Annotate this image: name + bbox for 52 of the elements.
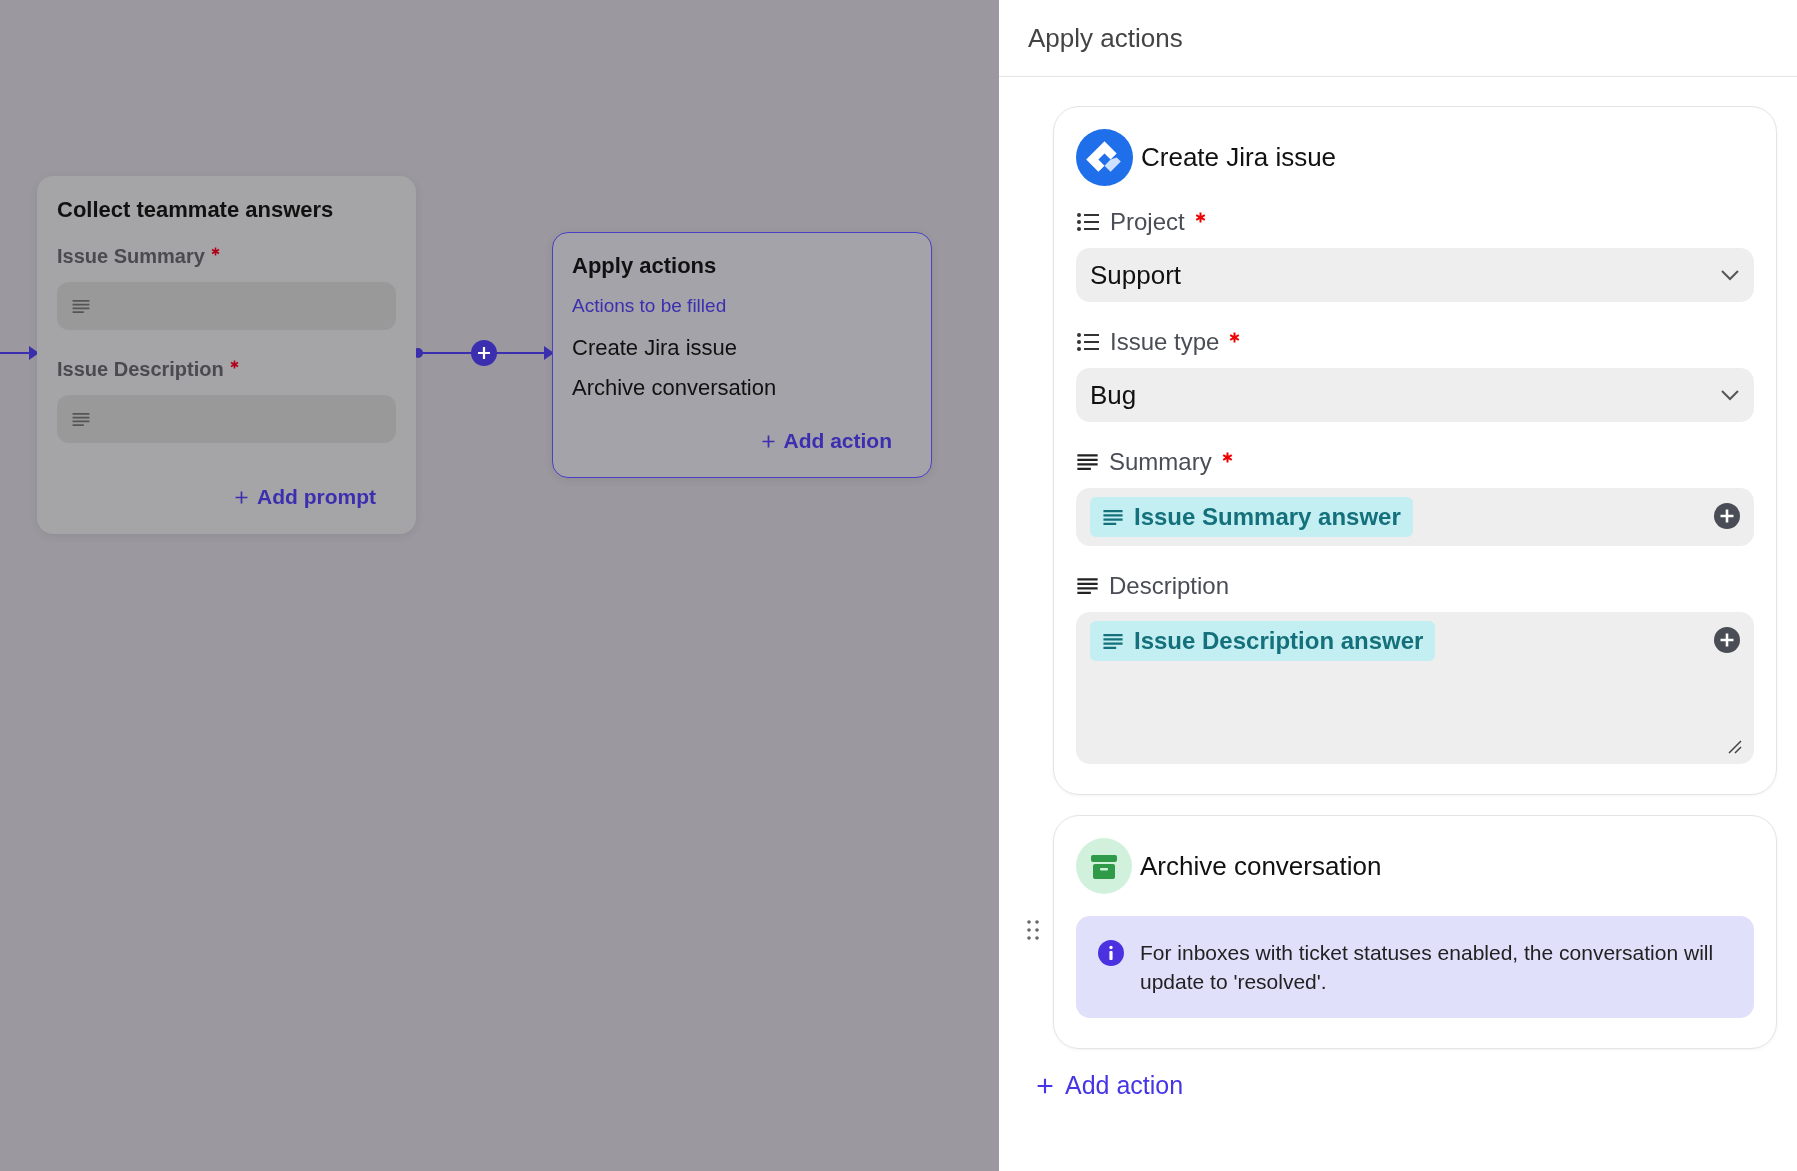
list-icon [1076,212,1100,232]
add-action-link[interactable]: Add action [1037,1071,1184,1100]
info-icon [1098,940,1124,966]
action-item: Create Jira issue [572,335,739,361]
field-label: Project [1110,208,1185,236]
connector-line [0,352,32,354]
add-icon[interactable] [1714,627,1740,653]
answer-chip[interactable]: Issue Summary answer [1090,497,1413,537]
chevron-down-icon [1720,389,1740,401]
prompt-label: Issue Summary [57,245,205,268]
node-card[interactable]: Collect teammate answers Issue Summary Issue Description Add prompt [37,176,416,534]
text-area[interactable]: Issue Description answer [1076,612,1754,764]
panel-title: Apply actions [1028,22,1183,54]
select-field[interactable]: Bug [1076,368,1754,422]
node-card[interactable]: Apply actions Actions to be filled Create Jira issue Archive conversation Add action [552,232,932,478]
text-lines-icon [1102,508,1124,526]
input-field[interactable]: Issue Summary answer [1076,488,1754,546]
plus-icon [235,490,248,504]
drag-handle-icon[interactable] [1027,920,1039,940]
answer-field[interactable] [57,395,396,443]
prompt-label: Issue Description [57,358,224,381]
list-icon [1076,332,1100,352]
text-lines-icon [1076,453,1099,471]
field-label: Issue type [1110,328,1220,356]
action-item: Archive conversation [572,375,778,401]
add-link[interactable]: Add prompt [235,485,396,509]
answer-chip[interactable]: Issue Description answer [1090,621,1436,661]
notice-text: For inboxes with ticket statuses enabled, the conversation will update to 'resolved'. [1140,940,1715,995]
arrowhead-icon [29,346,39,360]
select-field[interactable]: Support [1076,248,1754,302]
text-lines-icon [1076,577,1099,595]
arrowhead-icon [544,346,554,360]
plus-icon [1037,1077,1053,1094]
field-label: Summary [1109,448,1212,476]
add-icon[interactable] [1714,503,1740,529]
action-title: Archive conversation [1140,850,1382,882]
diamond-logo-icon [1076,129,1133,186]
node-title: Collect teammate answers [57,197,335,223]
node-title: Apply actions [572,253,718,279]
node-subtitle: Actions to be filled [572,295,728,317]
field-label: Description [1109,572,1230,600]
text-lines-icon [1102,632,1124,650]
text-lines-icon [71,411,91,427]
answer-field[interactable] [57,282,396,330]
action-title: Create Jira issue [1141,142,1337,173]
plus-icon [761,434,775,448]
add-link[interactable]: Add action [761,429,912,453]
chevron-down-icon [1720,269,1740,281]
text-lines-icon [71,298,91,314]
resize-handle-icon[interactable] [1726,738,1742,754]
add-step-icon[interactable] [471,340,497,366]
archive-box-icon [1076,838,1132,894]
